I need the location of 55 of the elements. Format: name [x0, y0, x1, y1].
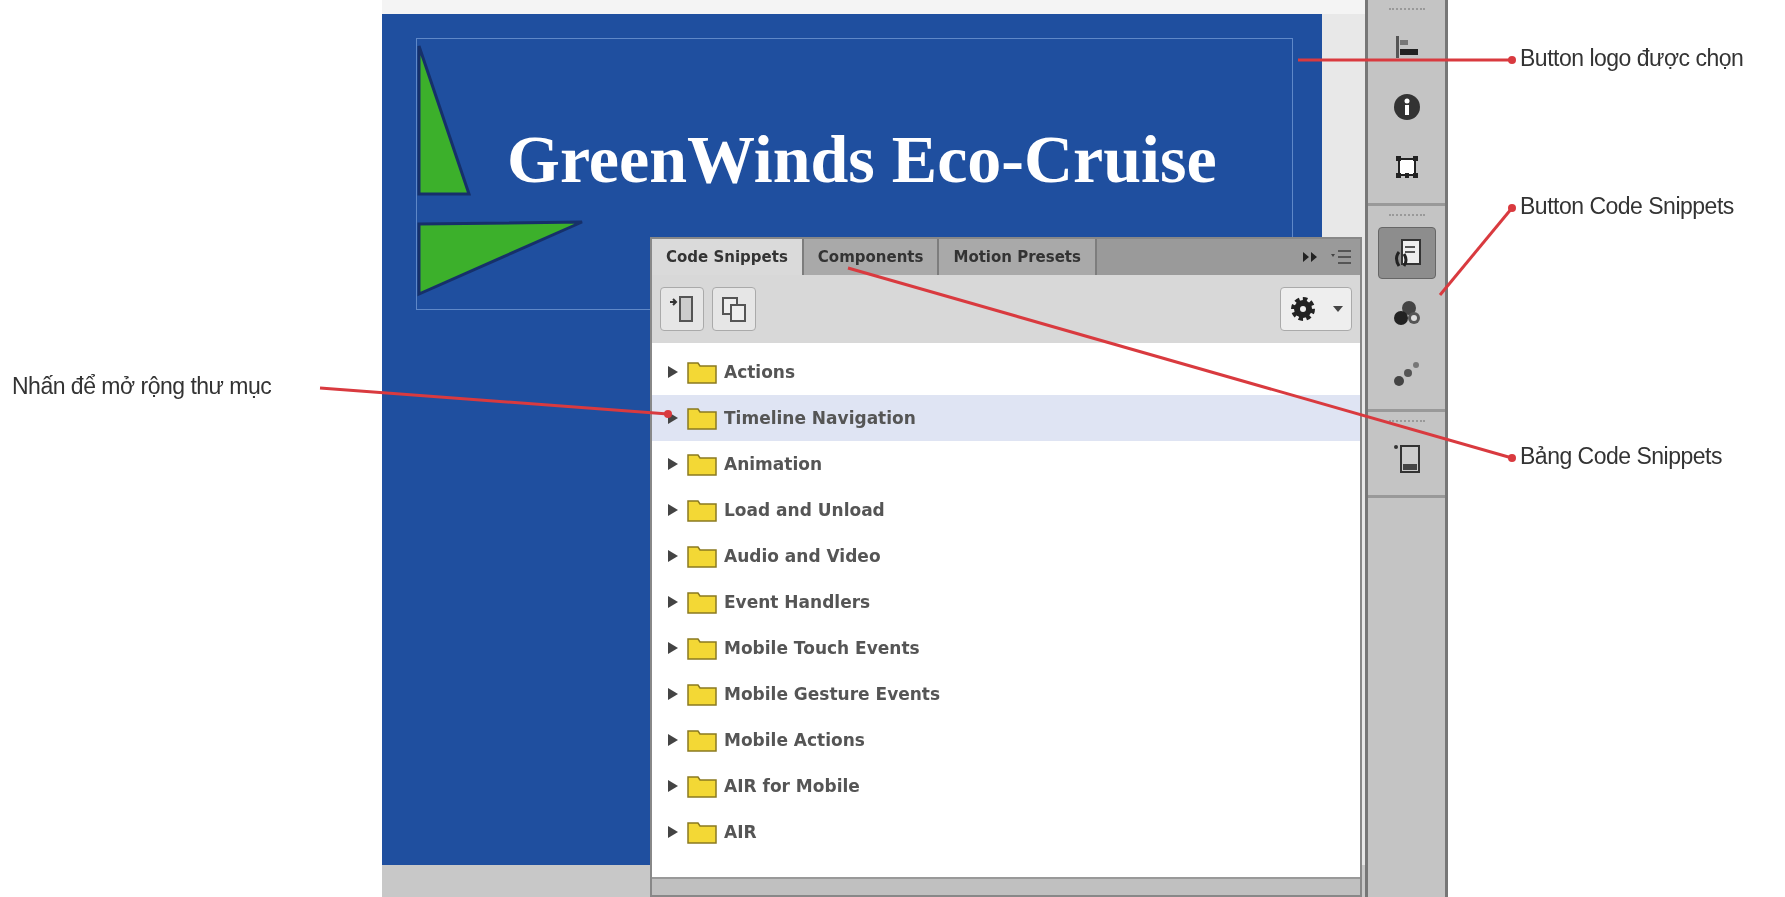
folder-row[interactable]: Mobile Actions	[652, 717, 1360, 763]
copy-icon	[720, 295, 748, 323]
copy-button[interactable]	[712, 287, 756, 331]
info-icon	[1392, 93, 1421, 121]
expand-arrow-icon[interactable]	[666, 641, 680, 655]
folder-row[interactable]: Audio and Video	[652, 533, 1360, 579]
callout-label: Button logo được chọn	[1520, 45, 1744, 72]
insert-snippet-button[interactable]	[660, 287, 704, 331]
expand-arrow-icon[interactable]	[666, 779, 680, 793]
folder-row[interactable]: Load and Unload	[652, 487, 1360, 533]
folder-row[interactable]: Timeline Navigation	[652, 395, 1360, 441]
folder-row[interactable]: Actions	[652, 349, 1360, 395]
expand-arrow-icon[interactable]	[666, 365, 680, 379]
folder-icon	[686, 405, 718, 431]
library-icon	[1391, 442, 1422, 476]
panel-tab[interactable]: Motion Presets	[939, 239, 1097, 275]
folder-row[interactable]: AIR for Mobile	[652, 763, 1360, 809]
folder-icon	[686, 727, 718, 753]
components-icon	[1391, 299, 1422, 327]
folder-icon	[686, 543, 718, 569]
motion-dots-icon	[1392, 359, 1421, 387]
callout-label: Nhấn để mở rộng thư mục	[12, 373, 272, 400]
folder-row[interactable]: Mobile Gesture Events	[652, 671, 1360, 717]
folder-icon	[686, 635, 718, 661]
folder-icon	[686, 819, 718, 845]
logo-text: GreenWinds Eco-Cruise	[507, 119, 1217, 199]
callout-label: Button Code Snippets	[1520, 193, 1734, 220]
expand-arrow-icon[interactable]	[666, 549, 680, 563]
folder-icon	[686, 589, 718, 615]
folder-icon	[686, 359, 718, 385]
folder-icon	[686, 451, 718, 477]
folder-row[interactable]: AIR	[652, 809, 1360, 855]
expand-arrow-icon[interactable]	[666, 457, 680, 471]
panel-tab[interactable]: Components	[803, 239, 940, 275]
options-dropdown[interactable]	[1280, 287, 1352, 331]
folder-icon	[686, 773, 718, 799]
expand-arrow-icon[interactable]	[666, 595, 680, 609]
expand-arrow-icon[interactable]	[666, 503, 680, 517]
panel-tab[interactable]: Code Snippets	[652, 239, 804, 275]
expand-arrow-icon[interactable]	[666, 825, 680, 839]
caret-icon	[1333, 306, 1343, 312]
folder-row[interactable]: Mobile Touch Events	[652, 625, 1360, 671]
align-icon	[1393, 34, 1420, 60]
insert-document-icon	[668, 294, 696, 324]
dock-button[interactable]	[1377, 227, 1436, 279]
callout-label: Bảng Code Snippets	[1520, 443, 1722, 470]
folder-icon	[686, 681, 718, 707]
settings-icon	[1289, 295, 1317, 323]
folder-row[interactable]: Event Handlers	[652, 579, 1360, 625]
folder-icon	[686, 497, 718, 523]
double-arrow-icon[interactable]	[1302, 251, 1318, 263]
menu-icon[interactable]	[1330, 248, 1352, 266]
expand-arrow-icon[interactable]	[666, 733, 680, 747]
folder-row[interactable]: Animation	[652, 441, 1360, 487]
expand-arrow-icon[interactable]	[666, 687, 680, 701]
